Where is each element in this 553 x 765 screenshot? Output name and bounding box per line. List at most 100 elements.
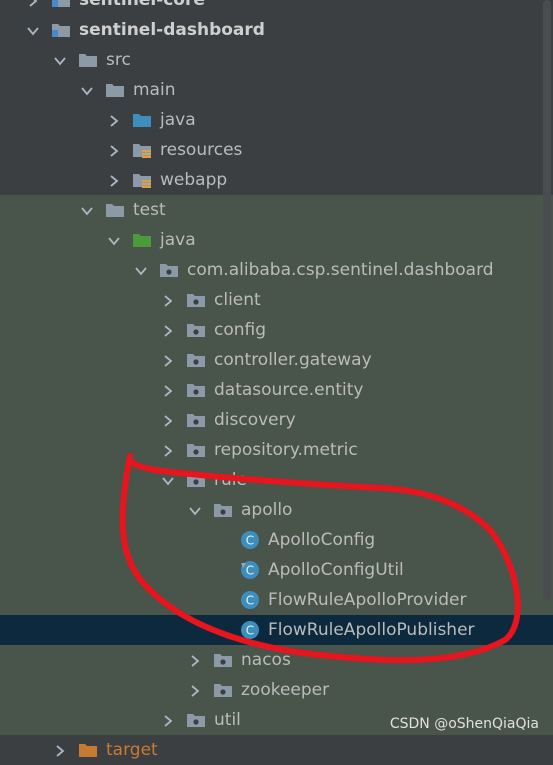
tree-item-label: src [106, 50, 131, 70]
tree-row[interactable]: java [0, 105, 553, 135]
tree-row[interactable]: com.alibaba.csp.sentinel.dashboard [0, 255, 553, 285]
svg-text:C: C [246, 534, 254, 548]
tree-item-label: zookeeper [241, 680, 330, 700]
tree-item-label: discovery [214, 410, 296, 430]
class-icon: C [240, 620, 260, 639]
tree-row[interactable]: client [0, 285, 553, 315]
package-icon [186, 441, 206, 459]
tree-row[interactable]: target [0, 735, 553, 765]
chevron-right-icon[interactable] [161, 323, 175, 337]
chevron-right-icon[interactable] [107, 113, 121, 127]
tree-item-label: client [214, 290, 261, 310]
chevron-right-icon[interactable] [161, 413, 175, 427]
tree-item-label: ApolloConfig [268, 530, 376, 550]
tree-row[interactable]: rule [0, 465, 553, 495]
class-util-icon: C [240, 560, 260, 579]
chevron-right-icon[interactable] [188, 683, 202, 697]
chevron-right-icon[interactable] [107, 173, 121, 187]
tree-row[interactable]: C FlowRuleApolloProvider [0, 585, 553, 615]
tree-row[interactable]: sentinel-dashboard [0, 15, 553, 45]
tree-item-label: sentinel-dashboard [79, 20, 265, 40]
chevron-down-icon[interactable] [107, 233, 121, 247]
tree-row[interactable]: resources [0, 135, 553, 165]
tree-item-label: util [214, 710, 241, 730]
svg-text:C: C [246, 594, 254, 608]
package-icon [186, 471, 206, 489]
tree-item-label: main [133, 80, 176, 100]
module-folder-icon [51, 21, 71, 39]
package-icon [186, 381, 206, 399]
tree-row[interactable]: zookeeper [0, 675, 553, 705]
excluded-folder-icon [78, 741, 98, 759]
package-icon [186, 711, 206, 729]
folder-icon [78, 51, 98, 69]
tree-item-label: config [214, 320, 267, 340]
chevron-right-icon[interactable] [161, 383, 175, 397]
tree-row[interactable]: apollo [0, 495, 553, 525]
chevron-down-icon[interactable] [80, 203, 94, 217]
class-icon: C [240, 530, 260, 549]
tree-item-label: webapp [160, 170, 228, 190]
chevron-right-icon[interactable] [161, 293, 175, 307]
tree-row[interactable]: sentinel-core [0, 0, 553, 15]
tree-item-label: resources [160, 140, 243, 160]
chevron-down-icon[interactable] [80, 83, 94, 97]
svg-text:C: C [246, 564, 254, 578]
scrollbar[interactable] [543, 0, 551, 600]
source-folder-icon [132, 111, 152, 129]
tree-row[interactable]: main [0, 75, 553, 105]
folder-icon [105, 201, 125, 219]
chevron-down-icon[interactable] [26, 23, 40, 37]
chevron-right-icon[interactable] [26, 0, 40, 7]
tree-item-label: sentinel-core [79, 0, 205, 10]
tree-row[interactable]: webapp [0, 165, 553, 195]
chevron-down-icon[interactable] [134, 263, 148, 277]
folder-icon [105, 81, 125, 99]
tree-item-label: FlowRuleApolloPublisher [268, 620, 475, 640]
tree-row[interactable]: test [0, 195, 553, 225]
tree-item-label: java [160, 110, 196, 130]
chevron-down-icon[interactable] [188, 503, 202, 517]
package-icon [213, 651, 233, 669]
chevron-down-icon[interactable] [161, 473, 175, 487]
tree-row[interactable]: src [0, 45, 553, 75]
package-icon [186, 321, 206, 339]
tree-row[interactable]: C ApolloConfigUtil [0, 555, 553, 585]
chevron-down-icon[interactable] [53, 53, 67, 67]
tree-item-label: FlowRuleApolloProvider [268, 590, 467, 610]
tree-row[interactable]: nacos [0, 645, 553, 675]
class-icon: C [240, 590, 260, 609]
resources-folder-icon [132, 171, 152, 189]
chevron-right-icon[interactable] [161, 443, 175, 457]
svg-text:C: C [246, 624, 254, 638]
chevron-right-icon[interactable] [161, 713, 175, 727]
tree-item-label: controller.gateway [214, 350, 372, 370]
tree-row[interactable]: config [0, 315, 553, 345]
tree-item-label: rule [214, 470, 247, 490]
chevron-right-icon[interactable] [161, 353, 175, 367]
tree-item-label: ApolloConfigUtil [268, 560, 404, 580]
chevron-right-icon[interactable] [107, 143, 121, 157]
tree-item-label: com.alibaba.csp.sentinel.dashboard [187, 260, 494, 280]
tree-item-label: java [160, 230, 196, 250]
tree-row[interactable]: C ApolloConfig [0, 525, 553, 555]
tree-row[interactable]: C FlowRuleApolloPublisher [0, 615, 553, 645]
package-icon [186, 411, 206, 429]
test-source-folder-icon [132, 231, 152, 249]
tree-item-label: datasource.entity [214, 380, 364, 400]
tree-row[interactable]: controller.gateway [0, 345, 553, 375]
chevron-right-icon[interactable] [53, 743, 67, 757]
tree-row[interactable]: datasource.entity [0, 375, 553, 405]
tree-row[interactable]: java [0, 225, 553, 255]
package-icon [213, 501, 233, 519]
chevron-right-icon[interactable] [188, 653, 202, 667]
tree-row[interactable]: repository.metric [0, 435, 553, 465]
tree-item-label: nacos [241, 650, 291, 670]
package-icon [159, 261, 179, 279]
package-icon [186, 351, 206, 369]
tree-row[interactable]: discovery [0, 405, 553, 435]
tree-item-label: apollo [241, 500, 293, 520]
tree-item-label: test [133, 200, 166, 220]
package-icon [186, 291, 206, 309]
tree-item-label: repository.metric [214, 440, 358, 460]
